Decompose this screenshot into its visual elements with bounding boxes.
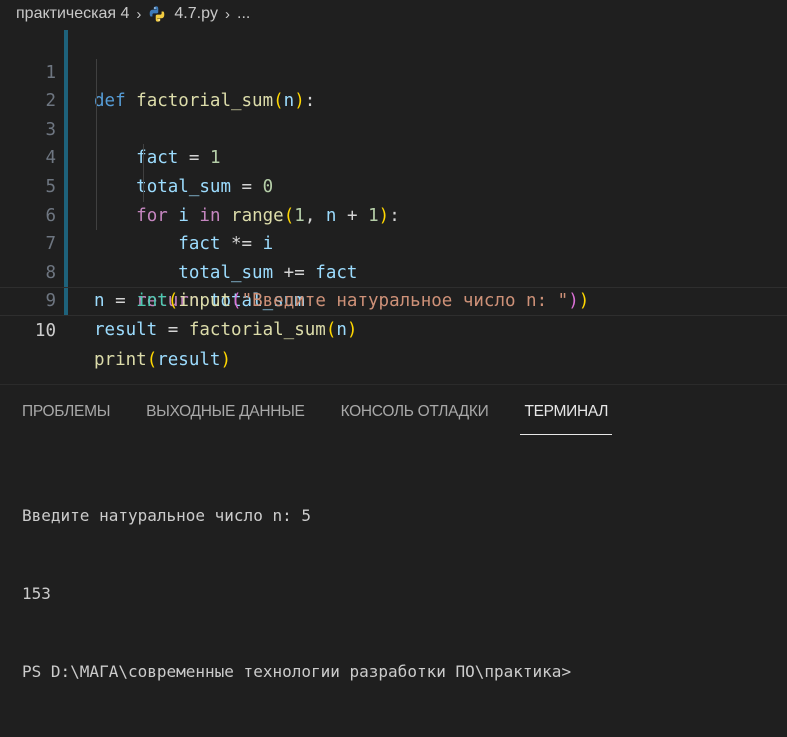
code-line[interactable]: 5 fact *= i: [0, 144, 787, 254]
chevron-right-icon: ›: [136, 5, 142, 23]
breadcrumb-more[interactable]: ...: [237, 5, 250, 23]
code-line[interactable]: 9 result = factorial_sum(n): [0, 259, 787, 340]
python-file-icon: [150, 6, 165, 22]
bottom-panel: ПРОБЛЕМЫ ВЫХОДНЫЕ ДАННЫЕ КОНСОЛЬ ОТЛАДКИ…: [0, 384, 787, 681]
code-line-current[interactable]: 10 print(result): [0, 287, 787, 370]
line-text: result = factorial_sum(n): [94, 319, 358, 340]
terminal-line: Введите натуральное число n: 5: [22, 506, 311, 525]
terminal-prompt: PS D:\МАГА\современные технологии разраб…: [22, 662, 572, 681]
line-number: 10: [34, 320, 56, 341]
terminal-output[interactable]: Введите натуральное число n: 5 153 PS D:…: [22, 451, 571, 737]
breadcrumb: практическая 4 › 4.7.py › ...: [0, 0, 787, 28]
code-line[interactable]: 7 return total_sum: [0, 201, 787, 311]
terminal-line: 153: [22, 584, 51, 603]
chevron-right-icon: ›: [225, 5, 230, 23]
tab-output[interactable]: ВЫХОДНЫЕ ДАННЫЕ: [146, 385, 305, 431]
code-line[interactable]: 6 total_sum += fact: [0, 173, 787, 283]
breadcrumb-file[interactable]: 4.7.py: [174, 5, 218, 23]
code-editor[interactable]: 1 def factorial_sum(n): 2 fact = 1 3 tot…: [0, 30, 787, 370]
code-line[interactable]: 2 fact = 1: [0, 58, 787, 168]
code-line[interactable]: 8 n = int(input("Введите натуральное чис…: [0, 230, 787, 312]
tab-terminal[interactable]: ТЕРМИНАЛ: [520, 385, 612, 435]
line-text: print(result): [94, 349, 231, 370]
code-line[interactable]: 4 for i in range(1, n + 1):: [0, 115, 787, 226]
panel-tabs: ПРОБЛЕМЫ ВЫХОДНЫЕ ДАННЫЕ КОНСОЛЬ ОТЛАДКИ…: [0, 385, 644, 435]
breadcrumb-folder[interactable]: практическая 4: [16, 5, 129, 23]
code-line[interactable]: 1 def factorial_sum(n):: [0, 30, 787, 112]
tab-debug-console[interactable]: КОНСОЛЬ ОТЛАДКИ: [341, 385, 489, 431]
tab-problems[interactable]: ПРОБЛЕМЫ: [22, 385, 110, 431]
code-line[interactable]: 3 total_sum = 0: [0, 87, 787, 197]
